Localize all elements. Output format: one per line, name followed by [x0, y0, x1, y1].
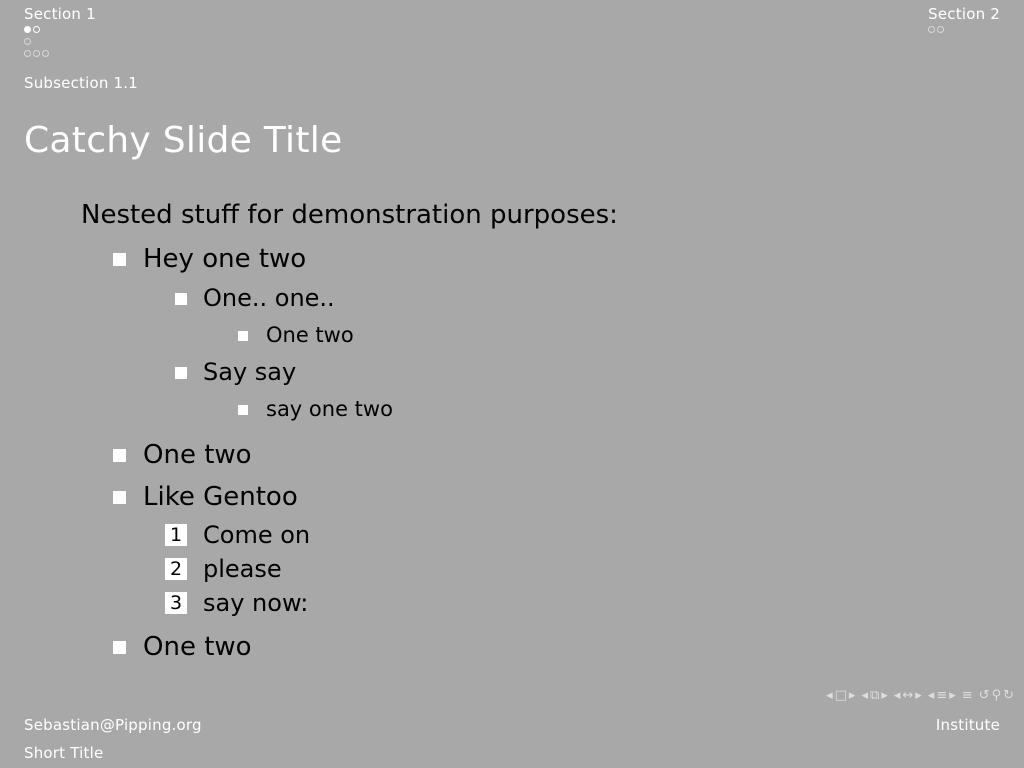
list-item-label: Like Gentoo: [143, 482, 298, 512]
list-item-label: One two: [266, 323, 354, 347]
subsection-icon[interactable]: ⧉: [870, 688, 879, 703]
frame-dot-icon[interactable]: [937, 25, 945, 33]
prev-subsection-icon[interactable]: ◂: [861, 688, 868, 703]
section-1-frame-dots-row-2: [24, 35, 96, 47]
prev-section-icon[interactable]: ◂: [894, 688, 901, 703]
toc-navigation: ≡: [962, 688, 973, 703]
next-frame-icon[interactable]: ▸: [849, 688, 856, 703]
numbered-item: 1 Come on: [81, 518, 981, 552]
current-frame-dot-icon[interactable]: [24, 25, 31, 33]
slide-title: Catchy Slide Title: [24, 120, 343, 161]
number-badge: 3: [165, 592, 187, 614]
list-item: Hey one two: [81, 238, 981, 280]
footer-author: Sebastian@Pipping.org: [24, 716, 202, 734]
number-badge: 2: [165, 558, 187, 580]
next-section-icon[interactable]: ▸: [915, 688, 922, 703]
next-presentation-icon[interactable]: ▸: [949, 688, 956, 703]
square-bullet-icon: [113, 641, 126, 654]
list-item: One two: [81, 434, 981, 476]
undo-icon[interactable]: ↺: [979, 688, 990, 703]
header-section-1[interactable]: Section 1: [24, 5, 96, 59]
square-bullet-icon: [175, 367, 187, 379]
list-item-label: One two: [143, 632, 252, 662]
list-item-label: say one two: [266, 397, 393, 421]
section-icon[interactable]: ↔: [902, 688, 913, 703]
list-item-label: Say say: [203, 358, 297, 386]
header-section-2[interactable]: Section 2: [928, 5, 1000, 35]
search-navigation: ↺ ⚲ ↻: [979, 688, 1014, 703]
navigation-symbols: ◂ □ ▸ ◂ ⧉ ▸ ◂ ↔ ▸ ◂ ≡ ▸ ≡ ↺ ⚲ ↻: [826, 688, 1014, 703]
list-item: Like Gentoo: [81, 476, 981, 518]
frame-dot-icon[interactable]: [24, 49, 31, 57]
redo-icon[interactable]: ↻: [1003, 688, 1014, 703]
numbered-item-label: please: [203, 555, 282, 583]
square-bullet-icon: [113, 253, 126, 266]
square-bullet-icon: [113, 449, 126, 462]
square-bullet-icon: [175, 293, 187, 305]
footer-short-title: Short Title: [24, 744, 104, 762]
numbered-item: 2 please: [81, 552, 981, 586]
frame-navigation: ◂ □ ▸: [826, 688, 855, 703]
list-item: One.. one..: [81, 280, 981, 317]
toc-icon[interactable]: ≡: [962, 688, 973, 703]
frame-dot-icon[interactable]: [24, 37, 31, 45]
square-bullet-icon: [113, 491, 126, 504]
frame-dot-icon[interactable]: [42, 49, 49, 57]
list-item-label: Hey one two: [143, 244, 307, 274]
section-2-title[interactable]: Section 2: [928, 5, 1000, 23]
numbered-item-label: say now:: [203, 589, 309, 617]
list-item: One two: [81, 317, 981, 354]
numbered-item-label: Come on: [203, 521, 311, 549]
prev-presentation-icon[interactable]: ◂: [928, 688, 935, 703]
list-item-label: One.. one..: [203, 284, 335, 312]
list-item: say one two: [81, 391, 981, 428]
section-1-title[interactable]: Section 1: [24, 5, 96, 23]
section-2-frame-dots-row-1: [928, 23, 1000, 35]
section-1-frame-dots-row-3: [24, 47, 96, 59]
number-badge: 1: [165, 524, 187, 546]
frame-icon[interactable]: □: [835, 688, 847, 703]
prev-frame-icon[interactable]: ◂: [826, 688, 833, 703]
square-bullet-icon: [238, 405, 248, 415]
subsection-navigation: ◂ ⧉ ▸: [861, 688, 887, 703]
next-subsection-icon[interactable]: ▸: [881, 688, 888, 703]
slide-content: Nested stuff for demonstration purposes:…: [81, 196, 981, 668]
section-1-frame-dots-row-1: [24, 23, 96, 35]
presentation-icon[interactable]: ≡: [936, 688, 947, 703]
numbered-item: 3 say now:: [81, 586, 981, 620]
presentation-navigation: ◂ ≡ ▸: [928, 688, 956, 703]
list-item: One two: [81, 626, 981, 668]
frame-dot-icon[interactable]: [33, 25, 40, 33]
intro-text: Nested stuff for demonstration purposes:: [81, 200, 618, 230]
frame-dot-icon[interactable]: [928, 25, 936, 33]
section-navigation: ◂ ↔ ▸: [894, 688, 922, 703]
search-icon[interactable]: ⚲: [992, 688, 1002, 703]
list-item-label: One two: [143, 440, 252, 470]
square-bullet-icon: [238, 331, 248, 341]
subsection-title: Subsection 1.1: [24, 74, 138, 92]
list-item: Say say: [81, 354, 981, 391]
frame-dot-icon[interactable]: [33, 49, 40, 57]
footer-institute: Institute: [935, 716, 1000, 734]
